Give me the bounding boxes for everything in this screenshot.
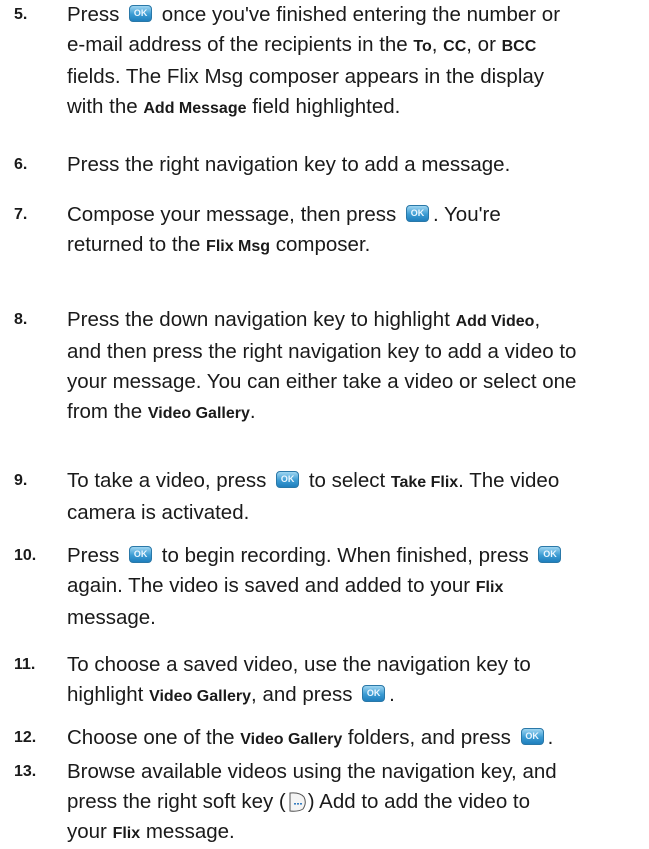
step-text: to select <box>303 469 391 492</box>
step-line: your Flix message. <box>67 817 646 849</box>
step-line: and then press the right navigation key … <box>67 337 646 367</box>
step-6: 6. Press the right navigation key to add … <box>14 150 646 180</box>
ui-term: CC <box>443 38 467 55</box>
step-line: from the Video Gallery. <box>67 397 646 429</box>
step-number: 12. <box>14 729 37 746</box>
step-text: Compose your message, then press <box>67 203 402 226</box>
ui-term: Video Gallery <box>149 688 252 705</box>
step-text: to begin recording. When finished, press <box>156 544 535 567</box>
step-text: returned to the <box>67 233 207 256</box>
step-line: Compose your message, then press . You'r… <box>67 200 646 230</box>
step-number: 9. <box>14 472 28 489</box>
step-13: 13. Browse available videos using the nav… <box>14 757 646 849</box>
ui-term: Flix <box>475 579 504 596</box>
step-9: 9. To take a video, press to select Take … <box>14 466 646 528</box>
ui-term: Add Message <box>143 100 247 117</box>
step-line: e-mail address of the recipients in the … <box>67 30 646 62</box>
ok-key-icon <box>129 5 153 22</box>
ui-term: Video Gallery <box>147 405 250 422</box>
step-text: ) Add to add the video to <box>307 790 531 813</box>
step-text: with the <box>67 95 144 118</box>
step-text: Press the down navigation key to highlig… <box>67 308 456 331</box>
ui-term: Flix <box>112 825 141 842</box>
step-10: 10. Press to begin recording. When finish… <box>14 541 646 633</box>
step-text: Choose one of the <box>67 726 241 749</box>
step-line: Press to begin recording. When finished,… <box>67 541 646 571</box>
step-text: . You're <box>433 203 501 226</box>
step-line: fields. The Flix Msg composer appears in… <box>67 62 646 92</box>
step-text: , <box>534 308 541 331</box>
step-line: your message. You can either take a vide… <box>67 367 646 397</box>
step-text: , and press <box>251 683 359 706</box>
step-number: 11. <box>14 656 36 673</box>
step-text: from the <box>67 400 148 423</box>
step-8: 8. Press the down navigation key to highl… <box>14 305 646 429</box>
ok-key-icon <box>406 205 429 222</box>
step-text: . <box>547 726 554 749</box>
step-number: 8. <box>14 311 28 328</box>
ok-key-icon <box>276 471 300 488</box>
step-text: Press the right navigation key to add a … <box>67 153 511 176</box>
ui-term: Video Gallery <box>240 731 343 748</box>
step-text: , <box>431 33 444 56</box>
ui-term: Take Flix <box>390 474 459 491</box>
step-text: composer. <box>270 233 371 256</box>
step-12: 12. Choose one of the Video Gallery folde… <box>14 723 646 755</box>
step-text: . <box>389 683 395 706</box>
step-text: field highlighted. <box>246 95 401 118</box>
step-number: 5. <box>14 6 28 23</box>
step-text: camera is activated. <box>67 501 250 524</box>
step-line: camera is activated. <box>67 498 646 528</box>
ok-key-icon <box>129 546 153 563</box>
step-line: Press the down navigation key to highlig… <box>67 305 646 337</box>
step-text: highlight <box>67 683 150 706</box>
step-text: Press <box>67 544 126 567</box>
step-line: message. <box>67 603 646 633</box>
step-text: again. The video is saved and added to y… <box>67 574 476 597</box>
step-text: e-mail address of the recipients in the <box>67 33 414 56</box>
step-11: 11. To choose a saved video, use the navi… <box>14 650 646 712</box>
step-text: To choose a saved video, use the navigat… <box>67 653 531 676</box>
ok-key-icon <box>362 685 386 702</box>
step-number: 10. <box>14 547 37 564</box>
step-text: fields. The Flix Msg composer appears in… <box>67 65 545 88</box>
ok-key-icon <box>520 728 544 745</box>
step-line: Browse available videos using the naviga… <box>67 757 646 787</box>
step-text: Browse available videos using the naviga… <box>67 760 557 783</box>
step-text: your <box>67 820 113 843</box>
step-text: . <box>249 400 256 423</box>
step-text: folders, and press <box>342 726 517 749</box>
step-5: 5. Press once you've finished entering th… <box>14 0 646 124</box>
ui-term: BCC <box>501 38 537 55</box>
ok-key-icon <box>538 546 562 563</box>
step-7: 7. Compose your message, then press . You… <box>14 200 646 262</box>
step-text: message. <box>140 820 235 843</box>
step-number: 13. <box>14 763 37 780</box>
step-line: Press once you've finished entering the … <box>67 0 646 30</box>
step-text: . The video <box>458 469 560 492</box>
ui-term: Add Video <box>455 313 535 330</box>
step-text: , or <box>466 33 502 56</box>
step-number: 6. <box>14 156 28 173</box>
step-text: press the right soft key ( <box>67 790 286 813</box>
step-text: once you've finished entering the number… <box>156 3 561 26</box>
ui-term: To <box>413 38 432 55</box>
step-number: 7. <box>14 206 28 223</box>
right-soft-key-icon <box>287 791 307 813</box>
step-line: returned to the Flix Msg composer. <box>67 230 646 262</box>
step-text: message. <box>67 606 156 629</box>
step-text: your message. You can either take a vide… <box>67 370 577 393</box>
step-line: Choose one of the Video Gallery folders,… <box>67 723 646 755</box>
step-text: To take a video, press <box>67 469 273 492</box>
step-line: To choose a saved video, use the navigat… <box>67 650 646 680</box>
step-text: and then press the right navigation key … <box>67 340 577 363</box>
step-text: Press <box>67 3 126 26</box>
step-line: highlight Video Gallery, and press . <box>67 680 646 712</box>
step-line: press the right soft key ( ) Add to add t… <box>67 787 646 817</box>
ui-term: Flix Msg <box>206 238 271 255</box>
step-line: again. The video is saved and added to y… <box>67 571 646 603</box>
step-line: Press the right navigation key to add a … <box>67 150 646 180</box>
step-line: To take a video, press to select Take Fl… <box>67 466 646 498</box>
step-line: with the Add Message field highlighted. <box>67 92 646 124</box>
